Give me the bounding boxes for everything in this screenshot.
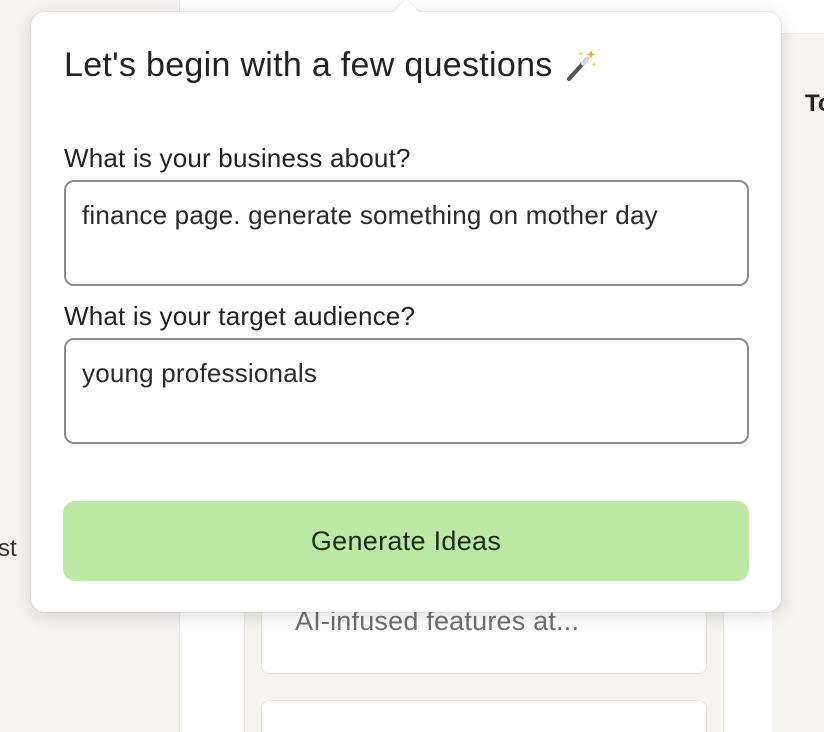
popover-title-text: Let's begin with a few questions xyxy=(64,46,553,84)
questions-popover: Let's begin with a few questions What is… xyxy=(31,0,781,612)
right-panel-heading-fragment: To xyxy=(805,90,824,117)
idea-card[interactable] xyxy=(261,700,707,732)
business-question-label: What is your business about? xyxy=(64,143,411,173)
generate-ideas-button[interactable]: Generate Ideas xyxy=(63,501,749,581)
business-description-field[interactable]: finance page. generate something on moth… xyxy=(64,180,749,286)
audience-question-label: What is your target audience? xyxy=(64,301,416,331)
sidebar-text-fragment: st xyxy=(0,535,17,562)
magic-wand-icon xyxy=(561,47,599,85)
popover-title: Let's begin with a few questions xyxy=(64,46,599,85)
target-audience-field[interactable]: young professionals xyxy=(64,338,749,444)
